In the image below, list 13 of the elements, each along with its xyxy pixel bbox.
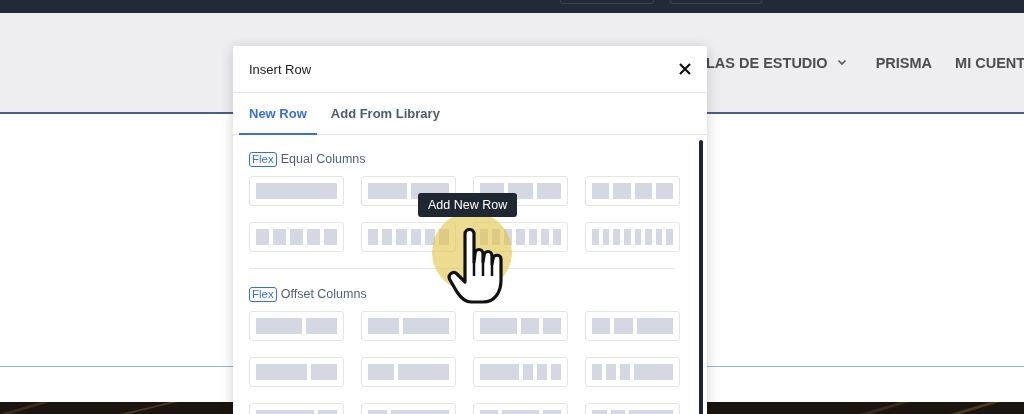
tooltip: Add New Row — [418, 193, 518, 217]
flex-badge: Flex — [249, 151, 277, 167]
dialog-title: Insert Row — [249, 61, 312, 77]
tab[interactable]: New Row — [239, 93, 317, 135]
row-layout-option[interactable] — [473, 222, 568, 252]
nav-link[interactable]: PRISMA — [875, 54, 933, 71]
tab[interactable]: Add From Library — [320, 93, 450, 135]
nav-link[interactable]: LAS DE ESTUDIO — [706, 54, 828, 71]
section-title: Equal Columns — [280, 152, 366, 166]
scrollbar[interactable] — [699, 140, 703, 414]
section-title: Offset Columns — [280, 287, 367, 301]
close-icon[interactable] — [679, 63, 691, 75]
flex-badge: Flex — [249, 286, 277, 302]
